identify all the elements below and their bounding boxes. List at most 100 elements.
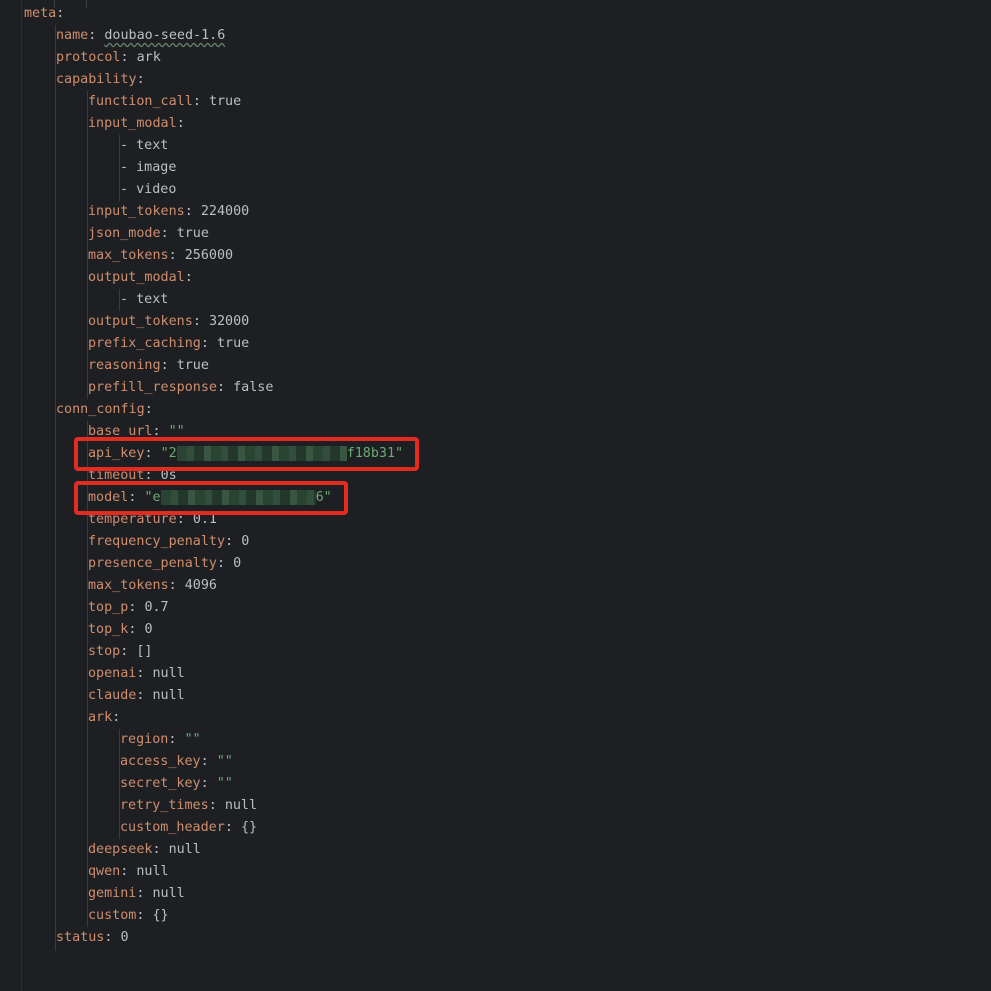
code-line[interactable]: output_tokens: 32000 [88,311,249,333]
code-line[interactable]: top_p: 0.7 [88,597,169,619]
code-line[interactable]: name: doubao-seed-1.6 [56,25,225,47]
code-line[interactable]: gemini: null [88,883,185,905]
yaml-key: deepseek [88,842,153,857]
yaml-value: 4096 [184,578,217,593]
yaml-key: frequency_penalty [88,534,226,549]
yaml-value: true [217,336,250,351]
yaml-key: capability [56,72,137,87]
code-line[interactable]: presence_penalty: 0 [88,553,241,575]
yaml-value: {} [152,908,169,923]
code-line[interactable]: output_modal: [88,267,193,289]
yaml-key: ark [88,710,113,725]
yaml-key: max_tokens [88,578,169,593]
highlight-box-api-key [74,437,420,471]
yaml-key: protocol [56,50,121,65]
yaml-key: qwen [88,864,121,879]
yaml-list-item: - video [120,182,177,197]
code-line[interactable]: deepseek: null [88,839,201,861]
code-line[interactable]: - text [120,135,168,157]
yaml-value: {} [240,820,258,835]
code-line[interactable]: max_tokens: 4096 [88,575,217,597]
code-line[interactable]: prefill_response: false [88,377,273,399]
yaml-value: false [233,380,274,395]
yaml-key: output_tokens [88,314,193,329]
code-line[interactable]: openai: null [88,663,185,685]
code-line[interactable]: status: 0 [56,927,129,949]
yaml-key: conn_config [56,402,145,417]
code-line[interactable]: - text [120,289,168,311]
code-line[interactable]: function_call: true [88,91,241,113]
yaml-value: 0 [241,534,250,549]
code-line[interactable]: custom: {} [88,905,169,927]
fold-tick [86,0,87,8]
yaml-separator: : [168,732,185,747]
yaml-key: custom_header [120,820,225,835]
yaml-separator: : [225,534,242,549]
yaml-value: 0 [233,556,242,571]
highlight-box-model [74,481,348,515]
code-line[interactable]: stop: [] [88,641,153,663]
yaml-separator: : [217,556,234,571]
code-line[interactable]: qwen: null [88,861,169,883]
code-line[interactable]: input_modal: [88,113,185,135]
yaml-key: region [120,732,169,747]
yaml-key: name [56,28,89,43]
yaml-separator: : [136,908,153,923]
code-line[interactable]: region: "" [120,729,201,751]
yaml-separator: : [192,94,209,109]
code-line[interactable]: conn_config: [56,399,153,421]
code-line[interactable]: reasoning: true [88,355,209,377]
code-line[interactable]: claude: null [88,685,185,707]
yaml-separator: : [56,6,65,21]
code-line[interactable]: ark: [88,707,120,729]
yaml-key: json_mode [88,226,161,241]
yaml-value: 0.7 [144,600,169,615]
yaml-separator: : [168,578,185,593]
yaml-key: stop [88,644,121,659]
yaml-key: status [56,930,105,945]
code-line[interactable]: protocol: ark [56,47,161,69]
yaml-value: doubao-seed-1.6 [104,28,226,43]
indent-guide [55,25,56,951]
yaml-key: secret_key [120,776,201,791]
code-line[interactable]: input_tokens: 224000 [88,201,249,223]
yaml-separator: : [104,930,121,945]
yaml-value: null [152,688,185,703]
yaml-value: ark [136,50,161,65]
yaml-separator: : [200,754,217,769]
code-line[interactable]: capability: [56,69,145,91]
yaml-separator: : [200,336,217,351]
code-line[interactable]: json_mode: true [88,223,209,245]
code-line[interactable]: top_k: 0 [88,619,153,641]
code-editor[interactable]: meta: name: doubao-seed-1.6 protocol: ark c… [0,0,991,991]
yaml-key: max_tokens [88,248,169,263]
yaml-key: function_call [88,94,193,109]
yaml-value: [] [136,644,153,659]
yaml-value: null [224,798,258,813]
yaml-separator: : [176,116,185,131]
yaml-separator: : [120,50,137,65]
yaml-key: openai [88,666,137,681]
yaml-separator: : [120,864,137,879]
yaml-separator: : [120,644,137,659]
gutter-separator [21,0,22,991]
yaml-key: claude [88,688,137,703]
code-line[interactable]: meta: [24,3,64,25]
code-line[interactable]: custom_header: {} [120,817,257,839]
code-line[interactable]: - image [120,157,176,179]
yaml-value: null [136,864,169,879]
code-line[interactable]: secret_key: "" [120,773,233,795]
yaml-list-item: - image [120,160,177,175]
code-line[interactable]: frequency_penalty: 0 [88,531,249,553]
yaml-separator: : [184,204,201,219]
code-line[interactable]: max_tokens: 256000 [88,245,233,267]
yaml-key: meta [24,6,57,21]
yaml-value: true [176,358,209,373]
yaml-separator: : [208,798,225,813]
code-line[interactable]: access_key: "" [120,751,233,773]
code-line[interactable]: retry_times: null [120,795,257,817]
code-line[interactable]: - video [120,179,176,201]
code-line[interactable]: prefix_caching: true [88,333,249,355]
yaml-key: top_p [88,600,129,615]
yaml-key: reasoning [88,358,161,373]
